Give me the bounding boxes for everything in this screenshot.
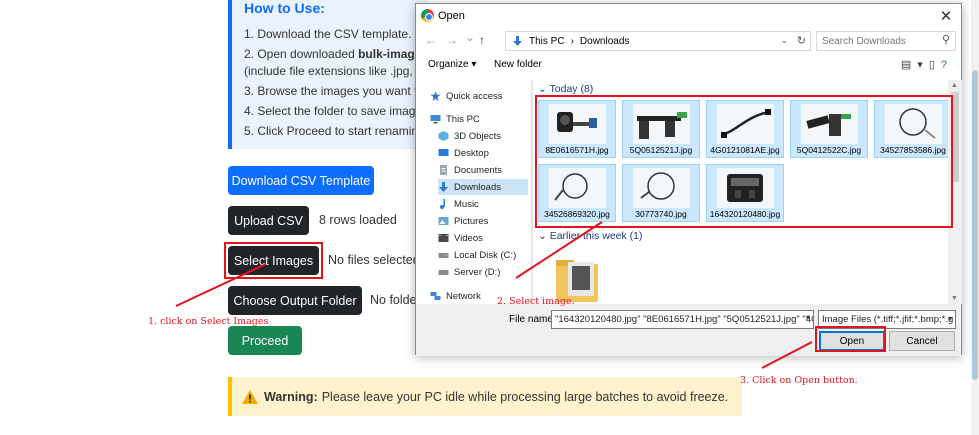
arrow-to-open-button xyxy=(761,341,813,369)
arrow-to-files xyxy=(515,221,603,279)
annotation-arrows xyxy=(175,221,813,369)
arrow-to-select-images xyxy=(175,263,267,307)
